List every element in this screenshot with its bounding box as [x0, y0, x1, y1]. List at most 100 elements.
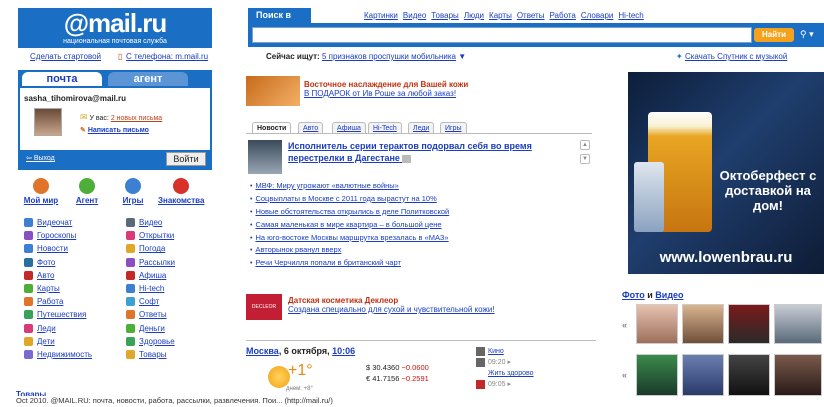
promo-image[interactable]: [246, 76, 300, 106]
service-link[interactable]: Деньги: [126, 322, 216, 335]
service-link[interactable]: Карты: [24, 282, 124, 295]
temperature[interactable]: +1°: [288, 362, 313, 380]
tab-internet-search[interactable]: Поиск в Интернете: [248, 8, 311, 35]
avatar[interactable]: [34, 108, 62, 136]
photo-thumbnail[interactable]: [774, 304, 822, 344]
search-vertical-link[interactable]: Карты: [489, 11, 512, 20]
service-icon: [126, 257, 135, 267]
currency-rates[interactable]: $ 30.4360 −0.0600 € 41.7156 −0.2591: [366, 362, 429, 384]
service-link[interactable]: Видеочат: [24, 216, 124, 229]
service-link[interactable]: Товары: [126, 348, 216, 361]
top-news-image[interactable]: [248, 140, 282, 174]
promo-link[interactable]: В ПОДАРОК от Ив Роше за любой заказ!: [304, 89, 468, 98]
video-thumbnail[interactable]: [774, 354, 822, 396]
news-headline: Речи Черчилля попали в британский чарт: [255, 258, 401, 268]
search-options-icon[interactable]: ⚲ ▾: [800, 29, 814, 40]
service-link[interactable]: Дети: [24, 335, 124, 348]
service-link[interactable]: Гороскопы: [24, 229, 124, 242]
scroll-down-icon[interactable]: ▼: [580, 154, 590, 164]
search-vertical-link[interactable]: Ответы: [517, 11, 545, 20]
service-link[interactable]: Леди: [24, 322, 124, 335]
prev-arrow-icon[interactable]: «: [622, 370, 627, 380]
service-link[interactable]: Рассылки: [126, 256, 216, 269]
tab-mail[interactable]: почта: [22, 72, 102, 86]
service-label: Здоровье: [139, 336, 175, 346]
now-search-link[interactable]: 5 признаков проспушки мобильника: [322, 52, 456, 61]
service-label: Товары: [139, 349, 167, 359]
news-item[interactable]: • МВФ: Миру угрожают «валютные войны»: [250, 180, 580, 193]
photo-link[interactable]: Фото: [622, 290, 645, 300]
top-news-link[interactable]: Исполнитель серии терактов подорвал себя…: [288, 140, 550, 164]
search-button[interactable]: Найти: [754, 28, 794, 42]
service-link[interactable]: Видео: [126, 216, 216, 229]
news-item[interactable]: • Самая маленькая в мире квартира – в бол…: [250, 219, 580, 232]
enter-button[interactable]: Войти: [166, 152, 206, 166]
tab-agent[interactable]: агент: [108, 72, 188, 86]
search-vertical-link[interactable]: Видео: [403, 11, 426, 20]
news-item[interactable]: • Авторынок рванул вверх: [250, 244, 580, 257]
time-link[interactable]: 10:06: [332, 346, 355, 356]
pen-icon: ✎: [80, 127, 86, 134]
make-start-link[interactable]: Сделать стартовой: [30, 52, 101, 61]
service-3[interactable]: Знакомства: [158, 178, 204, 205]
envelope-icon: ✉: [80, 112, 88, 122]
service-0[interactable]: Мой мир: [18, 178, 64, 205]
decleor-logo[interactable]: DECLEOR: [246, 294, 282, 320]
search-input[interactable]: [252, 27, 752, 43]
service-link[interactable]: Открытки: [126, 229, 216, 242]
caret-down-icon[interactable]: ▼: [458, 52, 466, 61]
service-label: Гороскопы: [37, 231, 77, 241]
search-vertical-link[interactable]: Hi-tech: [618, 11, 643, 20]
lowenbrau-ad-banner[interactable]: Октоберфест с доставкой на дом! www.lowe…: [628, 72, 824, 274]
service-link[interactable]: Фото: [24, 256, 124, 269]
photo-thumbnail[interactable]: [728, 304, 770, 344]
search-verticals: Картинки Видео Товары Люди Карты Ответы Работа…: [364, 11, 649, 20]
promo-title: Восточное наслаждение для Вашей кожи: [304, 80, 469, 89]
video-thumbnail[interactable]: [636, 354, 678, 396]
service-1[interactable]: Агент: [64, 178, 110, 205]
now-searching: Сейчас ищут: 5 признаков проспушки мобил…: [266, 52, 466, 61]
service-2[interactable]: Игры: [110, 178, 156, 205]
prev-arrow-icon[interactable]: «: [622, 320, 627, 330]
sputnik-link[interactable]: Скачать Спутник с музыкой: [685, 52, 787, 61]
service-link[interactable]: Hi-tech: [126, 282, 216, 295]
bullet-icon: •: [250, 260, 253, 268]
service-link[interactable]: Погода: [126, 242, 216, 255]
show-link[interactable]: Жить здорово: [488, 370, 534, 377]
service-link[interactable]: Работа: [24, 295, 124, 308]
service-link[interactable]: Софт: [126, 295, 216, 308]
video-thumbnail[interactable]: [728, 354, 770, 396]
video-link[interactable]: Видео: [655, 290, 683, 300]
photo-thumbnail[interactable]: [636, 304, 678, 344]
service-link[interactable]: Ответы: [126, 308, 216, 321]
promo-link[interactable]: Создана специально для сухой и чувствите…: [288, 305, 495, 314]
photo-thumbnail[interactable]: [682, 304, 724, 344]
news-item[interactable]: • Соцвыплаты в Москве с 2011 года вырасту…: [250, 193, 580, 206]
search-vertical-link[interactable]: Товары: [431, 11, 459, 20]
search-vertical-link[interactable]: Люди: [464, 11, 484, 20]
service-label: Агент: [75, 196, 99, 205]
mailru-logo[interactable]: @mail.ru национальная почтовая служба: [18, 8, 212, 48]
service-link[interactable]: Здоровье: [126, 335, 216, 348]
new-letters-link[interactable]: 2 новых письма: [111, 115, 162, 122]
service-link[interactable]: Путешествия: [24, 308, 124, 321]
phone-link[interactable]: С телефона: m.mail.ru: [126, 52, 208, 61]
kino-link[interactable]: Кино: [488, 348, 504, 355]
news-item[interactable]: • Речи Черчилля попали в британский чарт: [250, 257, 580, 270]
video-thumbnail[interactable]: [682, 354, 724, 396]
service-link[interactable]: Авто: [24, 269, 124, 282]
news-item[interactable]: • Новые обстоятельства открылись в деле П…: [250, 206, 580, 219]
news-item[interactable]: • На юго-востоке Москвы маршрутка врезала…: [250, 232, 580, 245]
service-link[interactable]: Новости: [24, 242, 124, 255]
service-link[interactable]: Афиша: [126, 269, 216, 282]
write-letter-link[interactable]: Написать письмо: [88, 127, 149, 134]
tv-icon: [476, 346, 485, 356]
search-vertical-link[interactable]: Картинки: [364, 11, 398, 20]
city-link[interactable]: Москва: [246, 346, 279, 356]
scroll-up-icon[interactable]: ▲: [580, 140, 590, 150]
search-vertical-link[interactable]: Словари: [581, 11, 614, 20]
service-link[interactable]: Недвижимость: [24, 348, 124, 361]
search-vertical-link[interactable]: Работа: [549, 11, 575, 20]
logout-link[interactable]: ⇦ Выход: [26, 154, 55, 162]
service-icon: [33, 178, 49, 194]
